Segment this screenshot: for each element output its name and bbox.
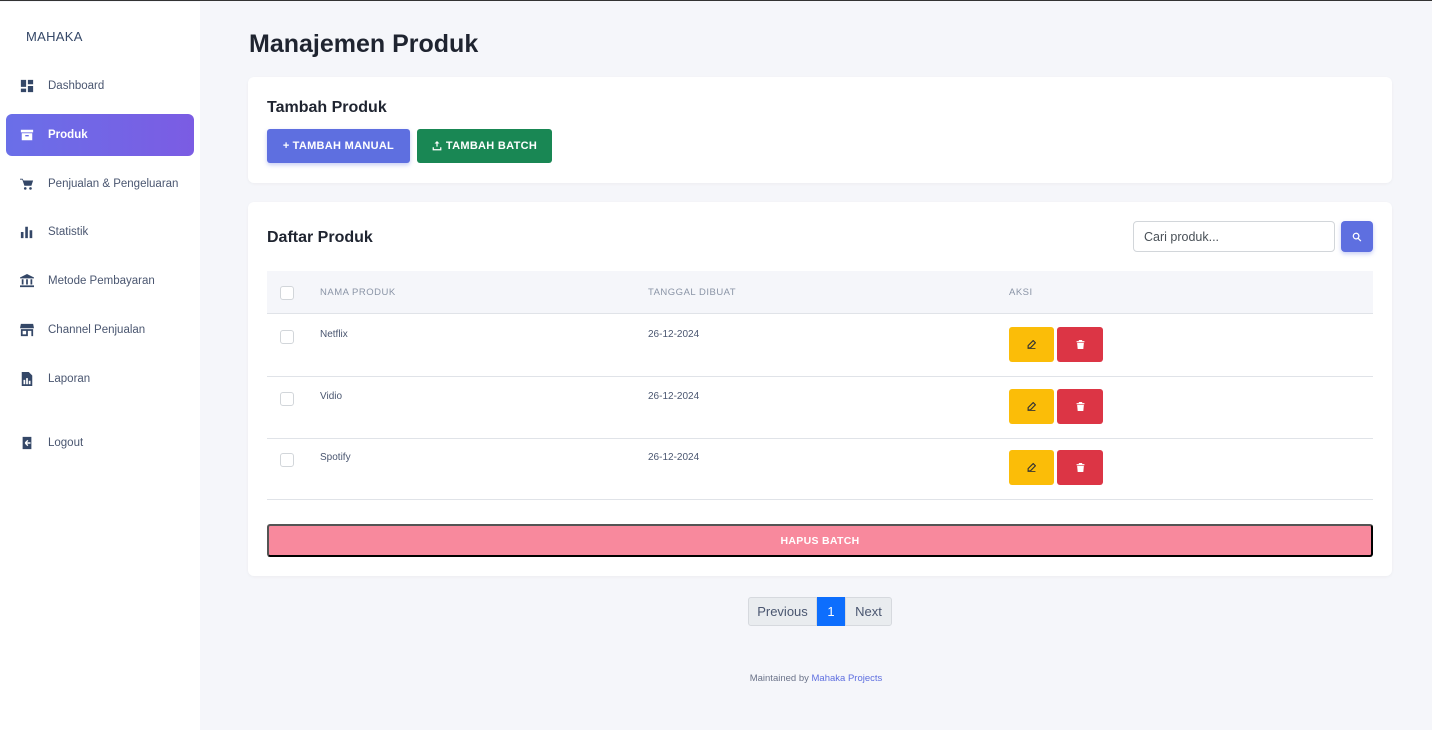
product-date: 26-12-2024 — [648, 329, 700, 340]
pencil-icon — [1027, 402, 1036, 411]
brand-logo[interactable]: MAHAKA — [26, 29, 83, 44]
row-checkbox[interactable] — [280, 330, 294, 344]
table-row: Spotify 26-12-2024 — [267, 438, 1373, 500]
bar-chart-icon — [20, 225, 34, 239]
sidebar-item-logout[interactable]: Logout — [6, 422, 194, 464]
sidebar-item-label: Laporan — [48, 373, 91, 385]
sidebar-item-label: Logout — [48, 437, 84, 449]
upload-icon — [432, 141, 442, 151]
sidebar-item-statistik[interactable]: Statistik — [6, 211, 194, 253]
delete-button[interactable] — [1057, 327, 1103, 362]
sidebar-item-label: Channel Penjualan — [48, 324, 146, 336]
table-header: NAMA PRODUK TANGGAL DIBUAT AKSI — [267, 271, 1373, 314]
search-input[interactable] — [1133, 221, 1335, 252]
sidebar-item-label: Statistik — [48, 226, 89, 238]
sidebar-item-label: Produk — [48, 129, 88, 141]
product-name: Vidio — [320, 391, 343, 402]
sidebar-item-dashboard[interactable]: Dashboard — [6, 65, 194, 107]
row-checkbox[interactable] — [280, 453, 294, 467]
pagination-previous[interactable]: Previous — [748, 597, 817, 626]
archive-icon — [20, 128, 34, 142]
trash-icon — [1076, 402, 1084, 411]
add-batch-label: TAMBAH BATCH — [445, 140, 538, 152]
sidebar-item-channel-penjualan[interactable]: Channel Penjualan — [6, 309, 194, 351]
product-name: Netflix — [320, 329, 348, 340]
sidebar-item-metode-pembayaran[interactable]: Metode Pembayaran — [6, 260, 194, 302]
table-row: Vidio 26-12-2024 — [267, 377, 1373, 439]
product-list-card: Daftar Produk NAMA PRODUK TANGGAL DIBUAT… — [248, 202, 1392, 576]
sidebar-item-produk[interactable]: Produk — [6, 114, 194, 156]
table-row: Netflix 26-12-2024 — [267, 315, 1373, 377]
footer-text: Maintained by — [749, 673, 809, 684]
search-icon — [1352, 232, 1362, 241]
add-product-title: Tambah Produk — [267, 99, 387, 116]
store-icon — [20, 323, 34, 337]
column-header-action: AKSI — [1009, 287, 1033, 298]
edit-button[interactable] — [1009, 327, 1054, 362]
add-manual-button[interactable]: + TAMBAH MANUAL — [267, 129, 410, 163]
column-header-date: TANGGAL DIBUAT — [648, 287, 737, 298]
edit-button[interactable] — [1009, 450, 1054, 485]
bank-icon — [20, 274, 34, 288]
column-header-name: NAMA PRODUK — [320, 287, 396, 298]
add-product-card: Tambah Produk + TAMBAH MANUAL TAMBAH BAT… — [248, 77, 1392, 183]
sidebar-item-label: Penjualan & Pengeluaran — [48, 178, 179, 190]
page-title: Manajemen Produk — [249, 30, 479, 58]
dashboard-icon — [20, 79, 34, 93]
trash-icon — [1076, 340, 1084, 349]
pencil-icon — [1027, 463, 1036, 472]
pagination: Previous 1 Next — [748, 597, 892, 626]
delete-button[interactable] — [1057, 389, 1103, 424]
product-list-title: Daftar Produk — [267, 229, 373, 246]
pagination-next[interactable]: Next — [845, 597, 892, 626]
row-checkbox[interactable] — [280, 392, 294, 406]
add-manual-label: TAMBAH MANUAL — [292, 140, 395, 152]
edit-button[interactable] — [1009, 389, 1054, 424]
sidebar: MAHAKA Dashboard Produk Penjualan & Peng… — [0, 2, 200, 730]
delete-button[interactable] — [1057, 450, 1103, 485]
pencil-icon — [1027, 340, 1036, 349]
plus-icon: + — [282, 140, 290, 152]
add-batch-button[interactable]: TAMBAH BATCH — [417, 129, 552, 163]
search-button[interactable] — [1341, 221, 1373, 252]
logout-icon — [20, 436, 34, 450]
sidebar-item-laporan[interactable]: Laporan — [6, 358, 194, 400]
product-date: 26-12-2024 — [648, 391, 700, 402]
product-date: 26-12-2024 — [648, 452, 700, 463]
sidebar-item-penjualan[interactable]: Penjualan & Pengeluaran — [6, 163, 194, 205]
pagination-page-1[interactable]: 1 — [817, 597, 845, 626]
trash-icon — [1076, 463, 1084, 472]
cart-icon — [20, 177, 34, 191]
report-icon — [20, 372, 34, 386]
footer: Maintained by Mahaka Projects — [0, 673, 1432, 684]
sidebar-item-label: Metode Pembayaran — [48, 275, 155, 287]
product-name: Spotify — [320, 452, 351, 463]
footer-link[interactable]: Mahaka Projects — [812, 673, 883, 684]
select-all-checkbox[interactable] — [280, 286, 294, 300]
sidebar-item-label: Dashboard — [48, 80, 105, 92]
delete-batch-button[interactable]: HAPUS BATCH — [267, 524, 1373, 557]
